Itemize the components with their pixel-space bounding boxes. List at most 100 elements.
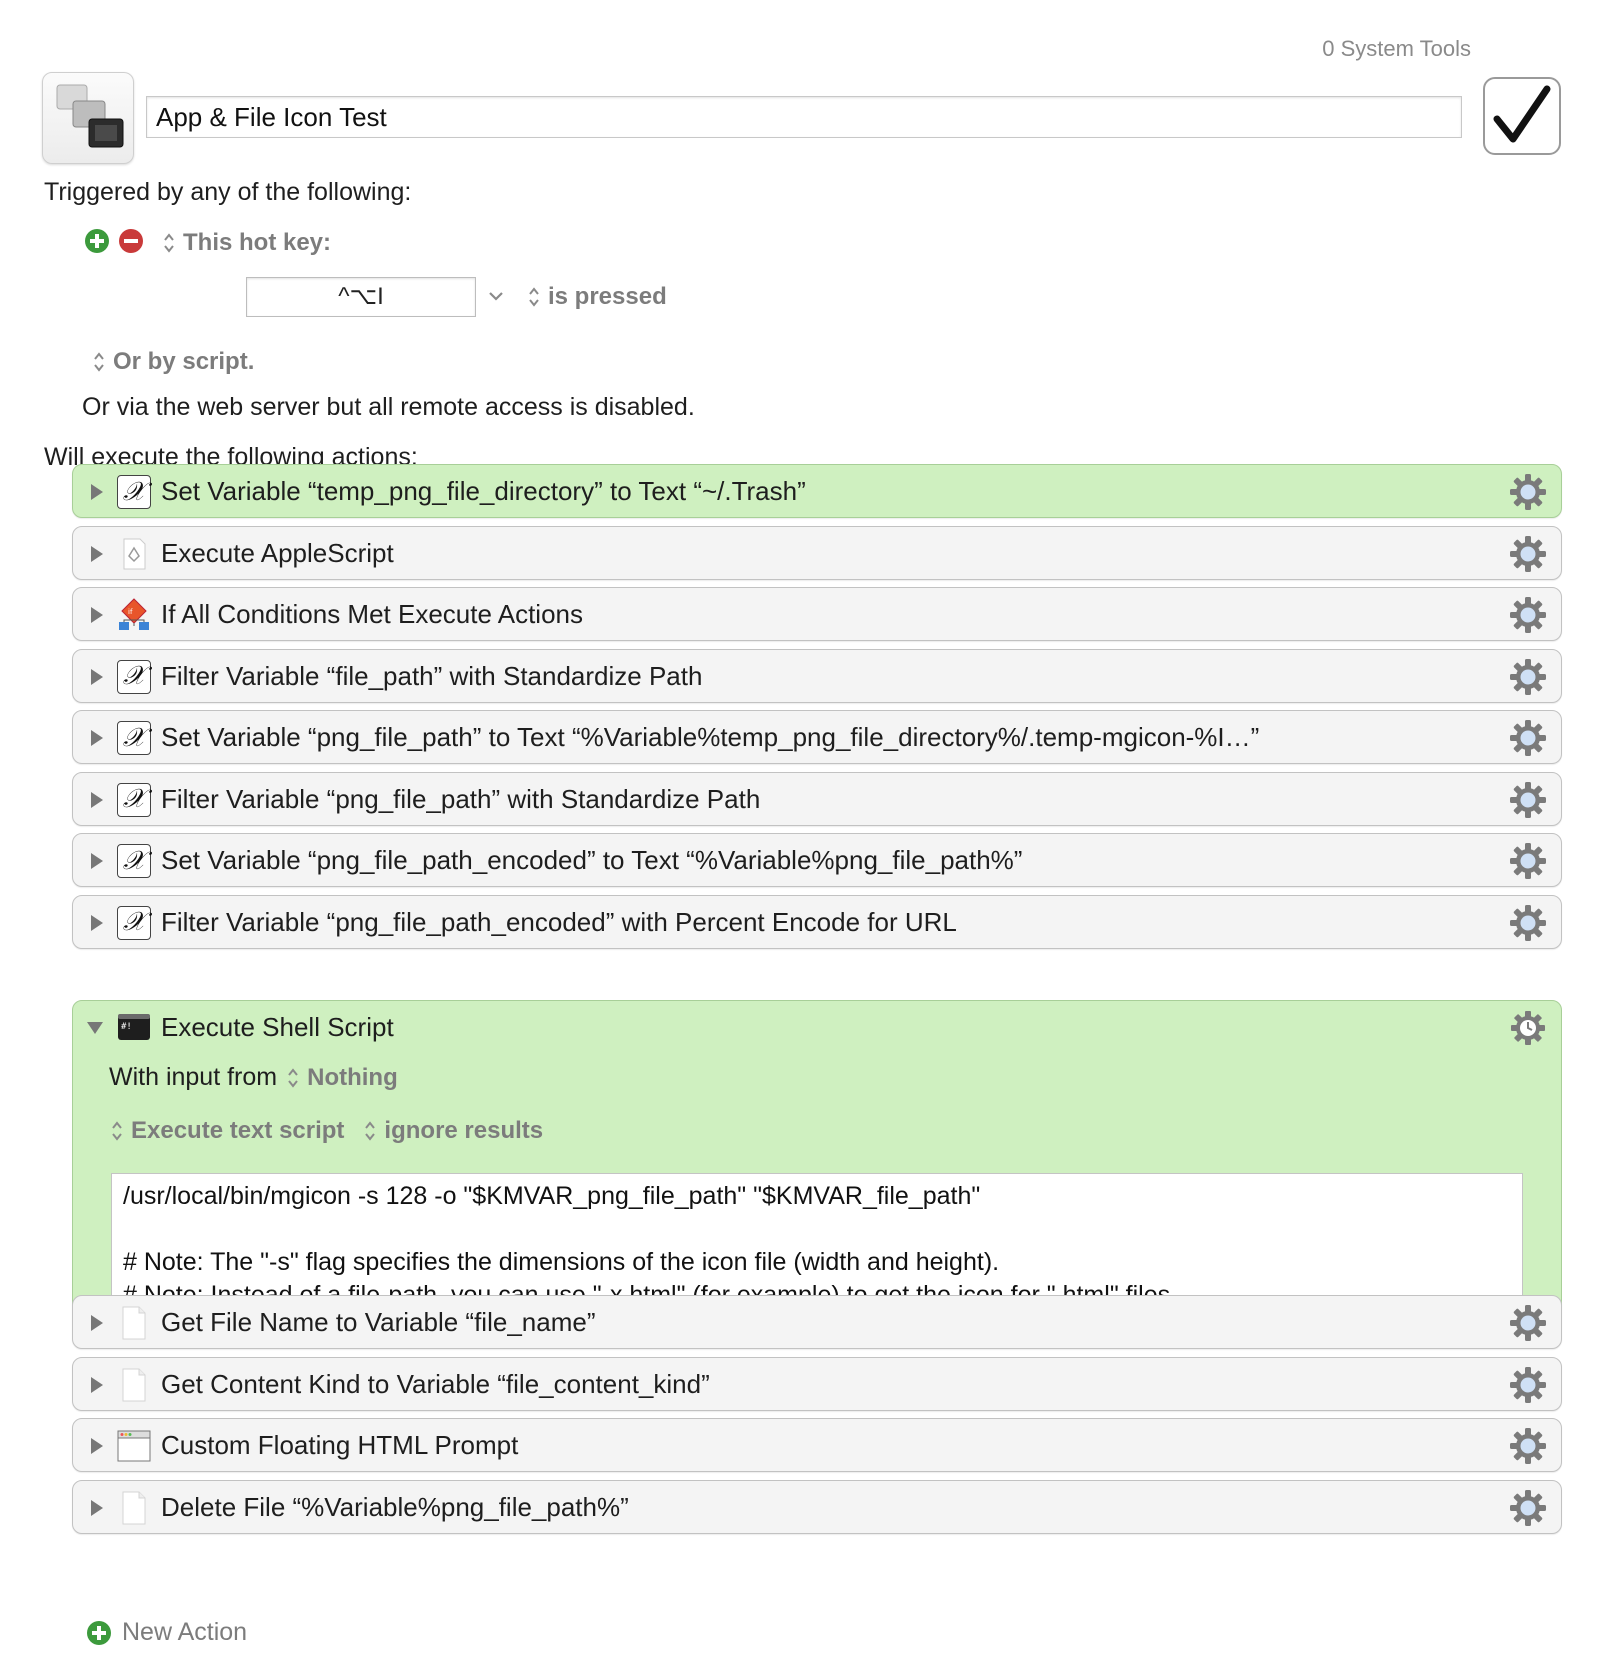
action-row[interactable]: 𝒳 Set Variable “temp_png_file_directory” … bbox=[72, 464, 1562, 518]
file-icon bbox=[117, 1368, 151, 1402]
action-title: Set Variable “temp_png_file_directory” t… bbox=[161, 476, 806, 506]
script-trigger-select[interactable]: Or by script. bbox=[93, 348, 254, 376]
variable-icon: 𝒳 bbox=[117, 844, 151, 878]
html-window-icon bbox=[117, 1429, 151, 1463]
disclosure-triangle-icon[interactable] bbox=[83, 1311, 107, 1335]
results-handling-select[interactable]: ignore results bbox=[364, 1117, 543, 1145]
macro-group-name[interactable]: 0 System Tools bbox=[1322, 36, 1471, 62]
hotkey-condition-select[interactable]: is pressed bbox=[528, 283, 667, 311]
gear-icon[interactable] bbox=[1509, 781, 1547, 819]
gear-icon[interactable] bbox=[1509, 1427, 1547, 1465]
gear-icon[interactable] bbox=[1509, 535, 1547, 573]
action-title: Get Content Kind to Variable “file_conte… bbox=[161, 1368, 710, 1399]
file-icon bbox=[117, 1491, 151, 1525]
disclosure-triangle-icon[interactable] bbox=[83, 911, 107, 935]
action-row[interactable]: if If All Conditions Met Execute Actions bbox=[72, 587, 1562, 641]
gear-icon[interactable] bbox=[1509, 1304, 1547, 1342]
script-mode-value: Execute text script bbox=[131, 1117, 345, 1144]
disclosure-triangle-icon[interactable] bbox=[83, 542, 107, 566]
disclosure-triangle-icon[interactable] bbox=[83, 1434, 107, 1458]
svg-text:#!: #! bbox=[121, 1022, 132, 1032]
web-server-note: Or via the web server but all remote acc… bbox=[82, 393, 695, 421]
macro-icon[interactable] bbox=[42, 72, 134, 164]
action-title: Filter Variable “png_file_path” with Sta… bbox=[161, 783, 761, 814]
action-row[interactable]: Custom Floating HTML Prompt bbox=[72, 1418, 1562, 1472]
trigger-type-label: This hot key: bbox=[183, 229, 332, 256]
action-title: Set Variable “png_file_path_encoded” to … bbox=[161, 845, 1023, 875]
variable-icon: 𝒳 bbox=[117, 721, 151, 755]
action-row[interactable]: Delete File “%Variable%png_file_path%” bbox=[72, 1479, 1562, 1534]
gear-icon[interactable] bbox=[1509, 842, 1547, 880]
disclosure-triangle-icon[interactable] bbox=[83, 1373, 107, 1397]
disclosure-triangle-expanded-icon[interactable] bbox=[83, 1015, 107, 1039]
gear-icon[interactable] bbox=[1509, 596, 1547, 634]
disclosure-triangle-icon[interactable] bbox=[83, 788, 107, 812]
action-title: Delete File “%Variable%png_file_path%” bbox=[161, 1491, 629, 1522]
macro-enable-checkbox[interactable] bbox=[1483, 77, 1561, 155]
terminal-icon: #! bbox=[117, 1011, 151, 1043]
input-source-select[interactable]: Nothing bbox=[287, 1064, 398, 1092]
action-title: Execute Shell Script bbox=[161, 1012, 394, 1042]
add-trigger-icon[interactable] bbox=[84, 228, 110, 254]
updown-chevron-icon bbox=[365, 1121, 376, 1141]
macro-name-input[interactable] bbox=[146, 96, 1462, 138]
action-row[interactable]: 𝒳 Filter Variable “png_file_path” with St… bbox=[72, 771, 1562, 826]
variable-icon: 𝒳 bbox=[117, 659, 151, 694]
gear-icon[interactable] bbox=[1509, 1366, 1547, 1404]
action-row[interactable]: 𝒳 Filter Variable “png_file_path_encoded”… bbox=[72, 894, 1562, 949]
new-action-label: New Action bbox=[122, 1618, 248, 1646]
remove-trigger-icon[interactable] bbox=[118, 228, 144, 254]
variable-icon: 𝒳 bbox=[117, 905, 151, 940]
if-then-icon: if bbox=[117, 598, 151, 632]
variable-icon: 𝒳 bbox=[117, 782, 151, 817]
updown-chevron-icon bbox=[288, 1067, 298, 1088]
updown-chevron-icon bbox=[94, 352, 104, 372]
script-mode-select[interactable]: Execute text script bbox=[111, 1117, 344, 1145]
script-trigger-label: Or by script. bbox=[113, 348, 255, 375]
action-title: Execute AppleScript bbox=[161, 537, 394, 568]
triggers-heading: Triggered by any of the following: bbox=[44, 178, 412, 206]
trigger-type-select[interactable]: This hot key: bbox=[163, 229, 331, 257]
input-from-label: With input from bbox=[109, 1063, 278, 1091]
results-handling-value: ignore results bbox=[384, 1117, 544, 1144]
disclosure-triangle-icon[interactable] bbox=[83, 480, 107, 504]
hotkey-field[interactable]: ^⌥I bbox=[246, 277, 476, 317]
input-source-value: Nothing bbox=[307, 1063, 398, 1091]
action-execute-shell-script[interactable]: #! Execute Shell Script With input from … bbox=[72, 1000, 1562, 1342]
action-title: Filter Variable “png_file_path_encoded” … bbox=[161, 906, 957, 937]
file-icon bbox=[117, 1306, 151, 1340]
action-row[interactable]: 𝒳 Set Variable “png_file_path_encoded” to… bbox=[72, 833, 1562, 887]
action-row[interactable]: Execute AppleScript bbox=[72, 525, 1562, 580]
chevron-down-icon[interactable] bbox=[488, 289, 504, 303]
gear-icon[interactable] bbox=[1509, 473, 1547, 511]
action-title: Custom Floating HTML Prompt bbox=[161, 1430, 519, 1460]
disclosure-triangle-icon[interactable] bbox=[83, 1496, 107, 1520]
updown-chevron-icon bbox=[529, 287, 539, 307]
add-icon bbox=[87, 1620, 111, 1645]
gear-icon[interactable] bbox=[1509, 904, 1547, 942]
action-title: Filter Variable “file_path” with Standar… bbox=[161, 660, 703, 691]
checkmark-icon bbox=[1493, 85, 1551, 143]
disclosure-triangle-icon[interactable] bbox=[83, 603, 107, 627]
hotkey-condition-label: is pressed bbox=[548, 283, 667, 310]
disclosure-triangle-icon[interactable] bbox=[83, 665, 107, 689]
variable-icon: 𝒳 bbox=[117, 475, 151, 509]
disclosure-triangle-icon[interactable] bbox=[83, 849, 107, 873]
disclosure-triangle-icon[interactable] bbox=[83, 726, 107, 750]
action-row[interactable]: 𝒳 Filter Variable “file_path” with Standa… bbox=[72, 648, 1562, 703]
action-title: Get File Name to Variable “file_name” bbox=[161, 1307, 596, 1337]
gear-clock-icon[interactable] bbox=[1509, 1009, 1547, 1047]
window-stack-icon bbox=[56, 84, 124, 148]
applescript-icon bbox=[117, 537, 151, 571]
action-row[interactable]: Get Content Kind to Variable “file_conte… bbox=[72, 1356, 1562, 1411]
action-row[interactable]: Get File Name to Variable “file_name” bbox=[72, 1295, 1562, 1349]
action-title: Set Variable “png_file_path” to Text “%V… bbox=[161, 722, 1260, 752]
gear-icon[interactable] bbox=[1509, 1489, 1547, 1527]
updown-chevron-icon bbox=[112, 1121, 122, 1141]
action-row[interactable]: 𝒳 Set Variable “png_file_path” to Text “%… bbox=[72, 710, 1562, 764]
svg-text:if: if bbox=[128, 608, 133, 616]
gear-icon[interactable] bbox=[1509, 719, 1547, 757]
gear-icon[interactable] bbox=[1509, 658, 1547, 696]
new-action-button[interactable]: New Action bbox=[86, 1618, 247, 1647]
updown-chevron-icon bbox=[164, 233, 174, 253]
